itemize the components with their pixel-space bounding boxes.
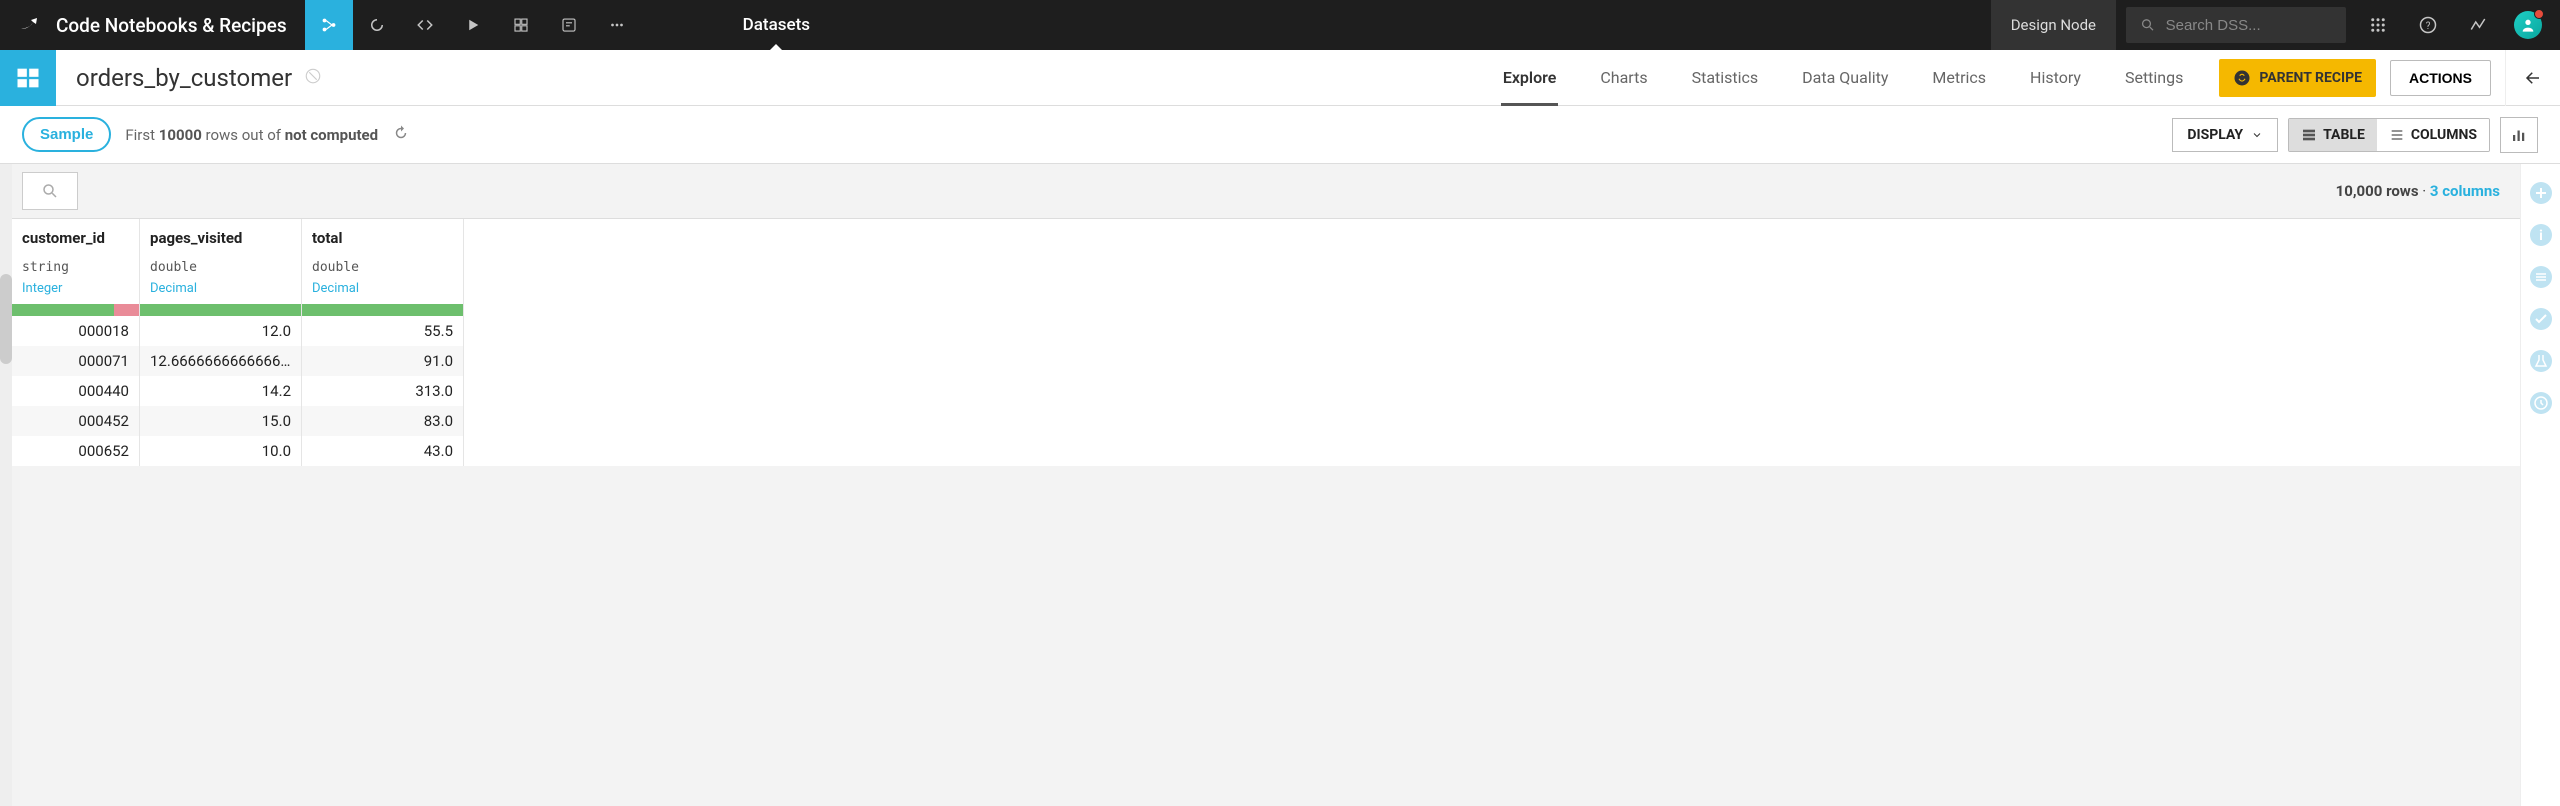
cell-value[interactable]: 12.666666666666666	[150, 352, 297, 370]
left-rail	[0, 164, 12, 806]
brand-title: Code Notebooks & Recipes	[56, 14, 287, 37]
cell-value[interactable]: 000652	[78, 442, 129, 460]
add-icon[interactable]	[2528, 180, 2554, 206]
content-area: 10,000 rows · 3 columns customer_id pages…	[0, 164, 2560, 806]
main-panel: 10,000 rows · 3 columns customer_id pages…	[12, 164, 2520, 806]
storage-type: double	[150, 260, 197, 275]
sample-button[interactable]: Sample	[22, 117, 111, 152]
topbar: Code Notebooks & Recipes Datasets Design…	[0, 0, 2560, 50]
code-icon[interactable]	[401, 0, 449, 50]
dataset-type-icon	[0, 50, 56, 106]
activity-icon[interactable]	[2456, 0, 2500, 50]
column-count-link[interactable]: 3 columns	[2430, 182, 2500, 200]
dashboard-icon[interactable]	[497, 0, 545, 50]
design-node-label[interactable]: Design Node	[1991, 0, 2116, 50]
refresh-icon[interactable]	[392, 124, 410, 146]
cell-value[interactable]: 91.0	[424, 352, 453, 370]
svg-text:?: ?	[2426, 21, 2431, 32]
lab-icon[interactable]	[2528, 348, 2554, 374]
tab-statistics[interactable]: Statistics	[1670, 50, 1781, 106]
play-icon[interactable]	[449, 0, 497, 50]
storage-type: double	[312, 260, 359, 275]
cell-value[interactable]: 83.0	[424, 412, 453, 430]
cell-value[interactable]: 000440	[78, 382, 129, 400]
topbar-right-icons: ?	[2356, 0, 2560, 50]
storage-type: string	[22, 260, 69, 275]
tab-charts[interactable]: Charts	[1578, 50, 1669, 106]
semantic-type[interactable]: Decimal	[150, 281, 197, 296]
actions-button[interactable]: ACTIONS	[2390, 60, 2491, 96]
filter-row: 10,000 rows · 3 columns	[12, 164, 2520, 218]
cell-value[interactable]: 15.0	[262, 412, 291, 430]
sample-bar: Sample First 10000 rows out of not compu…	[0, 106, 2560, 164]
quality-bar[interactable]	[302, 304, 463, 316]
dataset-tabs: Explore Charts Statistics Data Quality M…	[1481, 50, 2206, 106]
parent-recipe-button[interactable]: PARENT RECIPE	[2219, 59, 2376, 97]
check-icon[interactable]	[2528, 306, 2554, 332]
view-toggle: TABLE COLUMNS	[2288, 118, 2490, 152]
semantic-type[interactable]: Integer	[22, 281, 62, 296]
cell-value[interactable]: 12.0	[262, 322, 291, 340]
quality-bar[interactable]	[140, 304, 301, 316]
columns-view-toggle[interactable]: COLUMNS	[2377, 119, 2489, 151]
circular-icon[interactable]	[353, 0, 401, 50]
flow-icon[interactable]	[305, 0, 353, 50]
status-icon	[304, 67, 322, 89]
right-rail: i	[2520, 164, 2560, 806]
more-icon[interactable]	[593, 0, 641, 50]
cell-value[interactable]: 000018	[78, 322, 129, 340]
user-avatar[interactable]	[2514, 11, 2542, 39]
cell-value[interactable]: 55.5	[424, 322, 453, 340]
cell-value[interactable]: 000452	[78, 412, 129, 430]
cell-value[interactable]: 14.2	[262, 382, 291, 400]
quality-bar[interactable]	[12, 304, 139, 316]
notification-badge	[2534, 9, 2544, 19]
display-button[interactable]: DISPLAY	[2172, 118, 2278, 152]
cell-value[interactable]: 10.0	[262, 442, 291, 460]
wiki-icon[interactable]	[545, 0, 593, 50]
tab-metrics[interactable]: Metrics	[1910, 50, 2008, 106]
table-stats: 10,000 rows · 3 columns	[2336, 182, 2510, 200]
column-header[interactable]: customer_id	[22, 229, 105, 247]
cell-value[interactable]: 43.0	[424, 442, 453, 460]
table-view-toggle[interactable]: TABLE	[2289, 119, 2377, 151]
semantic-type[interactable]: Decimal	[312, 281, 359, 296]
cell-value[interactable]: 000071	[78, 352, 129, 370]
cell-value[interactable]: 313.0	[415, 382, 453, 400]
bird-icon	[18, 11, 42, 39]
table-search[interactable]	[22, 172, 78, 210]
tab-settings[interactable]: Settings	[2103, 50, 2205, 106]
parent-recipe-label: PARENT RECIPE	[2259, 70, 2362, 86]
sample-text: First 10000 rows out of not computed	[125, 126, 378, 144]
logo-area: Code Notebooks & Recipes	[0, 11, 305, 39]
help-icon[interactable]: ?	[2406, 0, 2450, 50]
dataset-header: orders_by_customer Explore Charts Statis…	[0, 50, 2560, 106]
search-input[interactable]	[2166, 17, 2332, 34]
tab-area: Datasets	[731, 0, 822, 50]
list-icon[interactable]	[2528, 264, 2554, 290]
column-header[interactable]: total	[312, 229, 342, 247]
tab-explore[interactable]: Explore	[1481, 50, 1579, 106]
quick-chart-button[interactable]	[2500, 117, 2538, 153]
info-icon[interactable]: i	[2528, 222, 2554, 248]
tab-history[interactable]: History	[2008, 50, 2103, 106]
back-arrow[interactable]	[2505, 50, 2560, 106]
column-header[interactable]: pages_visited	[150, 229, 242, 247]
datasets-tab[interactable]: Datasets	[731, 0, 822, 50]
clock-icon[interactable]	[2528, 390, 2554, 416]
left-rail-handle[interactable]	[0, 274, 12, 364]
dataset-title: orders_by_customer	[76, 64, 292, 92]
tab-data-quality[interactable]: Data Quality	[1780, 50, 1910, 106]
svg-text:i: i	[2539, 228, 2543, 244]
apps-icon[interactable]	[2356, 0, 2400, 50]
global-search[interactable]	[2126, 7, 2346, 43]
data-table: customer_id pages_visited total string doubl…	[12, 218, 2520, 466]
